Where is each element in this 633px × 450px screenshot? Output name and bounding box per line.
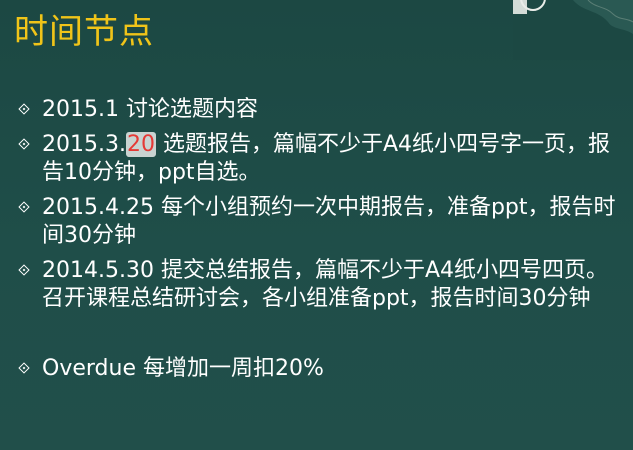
bullet-text: Overdue 每增加一周扣20% (42, 356, 324, 381)
bullet-text: 2015.4.25 每个小组预约一次中期报告，准备ppt，报告时间30分钟 (42, 195, 616, 248)
highlighted-day: 20 (125, 132, 156, 157)
bullet-item: 2015.4.25 每个小组预约一次中期报告，准备ppt，报告时间30分钟 (18, 194, 618, 250)
slide: 时间节点 2015.1 讨论选题内容 2015.3.20 选题报告，篇幅不少于A… (0, 0, 633, 450)
diamond-bullet-icon (18, 103, 30, 115)
bullet-item: 2015.3.20 选题报告，篇幅不少于A4纸小四号字一页，报告10分钟，ppt… (18, 131, 618, 187)
bullet-text-prefix: 2015.3. (42, 132, 126, 157)
decorative-corner-graphic (513, 0, 633, 60)
bullet-list: 2015.1 讨论选题内容 2015.3.20 选题报告，篇幅不少于A4纸小四号… (18, 96, 618, 390)
slide-title: 时间节点 (14, 12, 154, 52)
bullet-item: 2015.1 讨论选题内容 (18, 96, 618, 124)
diamond-bullet-icon (18, 201, 30, 213)
bullet-item: Overdue 每增加一周扣20% (18, 355, 618, 383)
diamond-bullet-icon (18, 264, 30, 276)
bullet-text: 2015.1 讨论选题内容 (42, 97, 258, 122)
bullet-item: 2014.5.30 提交总结报告，篇幅不少于A4纸小四号四页。召开课程总结研讨会… (18, 257, 618, 313)
bullet-text: 2014.5.30 提交总结报告，篇幅不少于A4纸小四号四页。召开课程总结研讨会… (42, 258, 609, 311)
diamond-bullet-icon (18, 362, 30, 374)
diamond-bullet-icon (18, 138, 30, 150)
